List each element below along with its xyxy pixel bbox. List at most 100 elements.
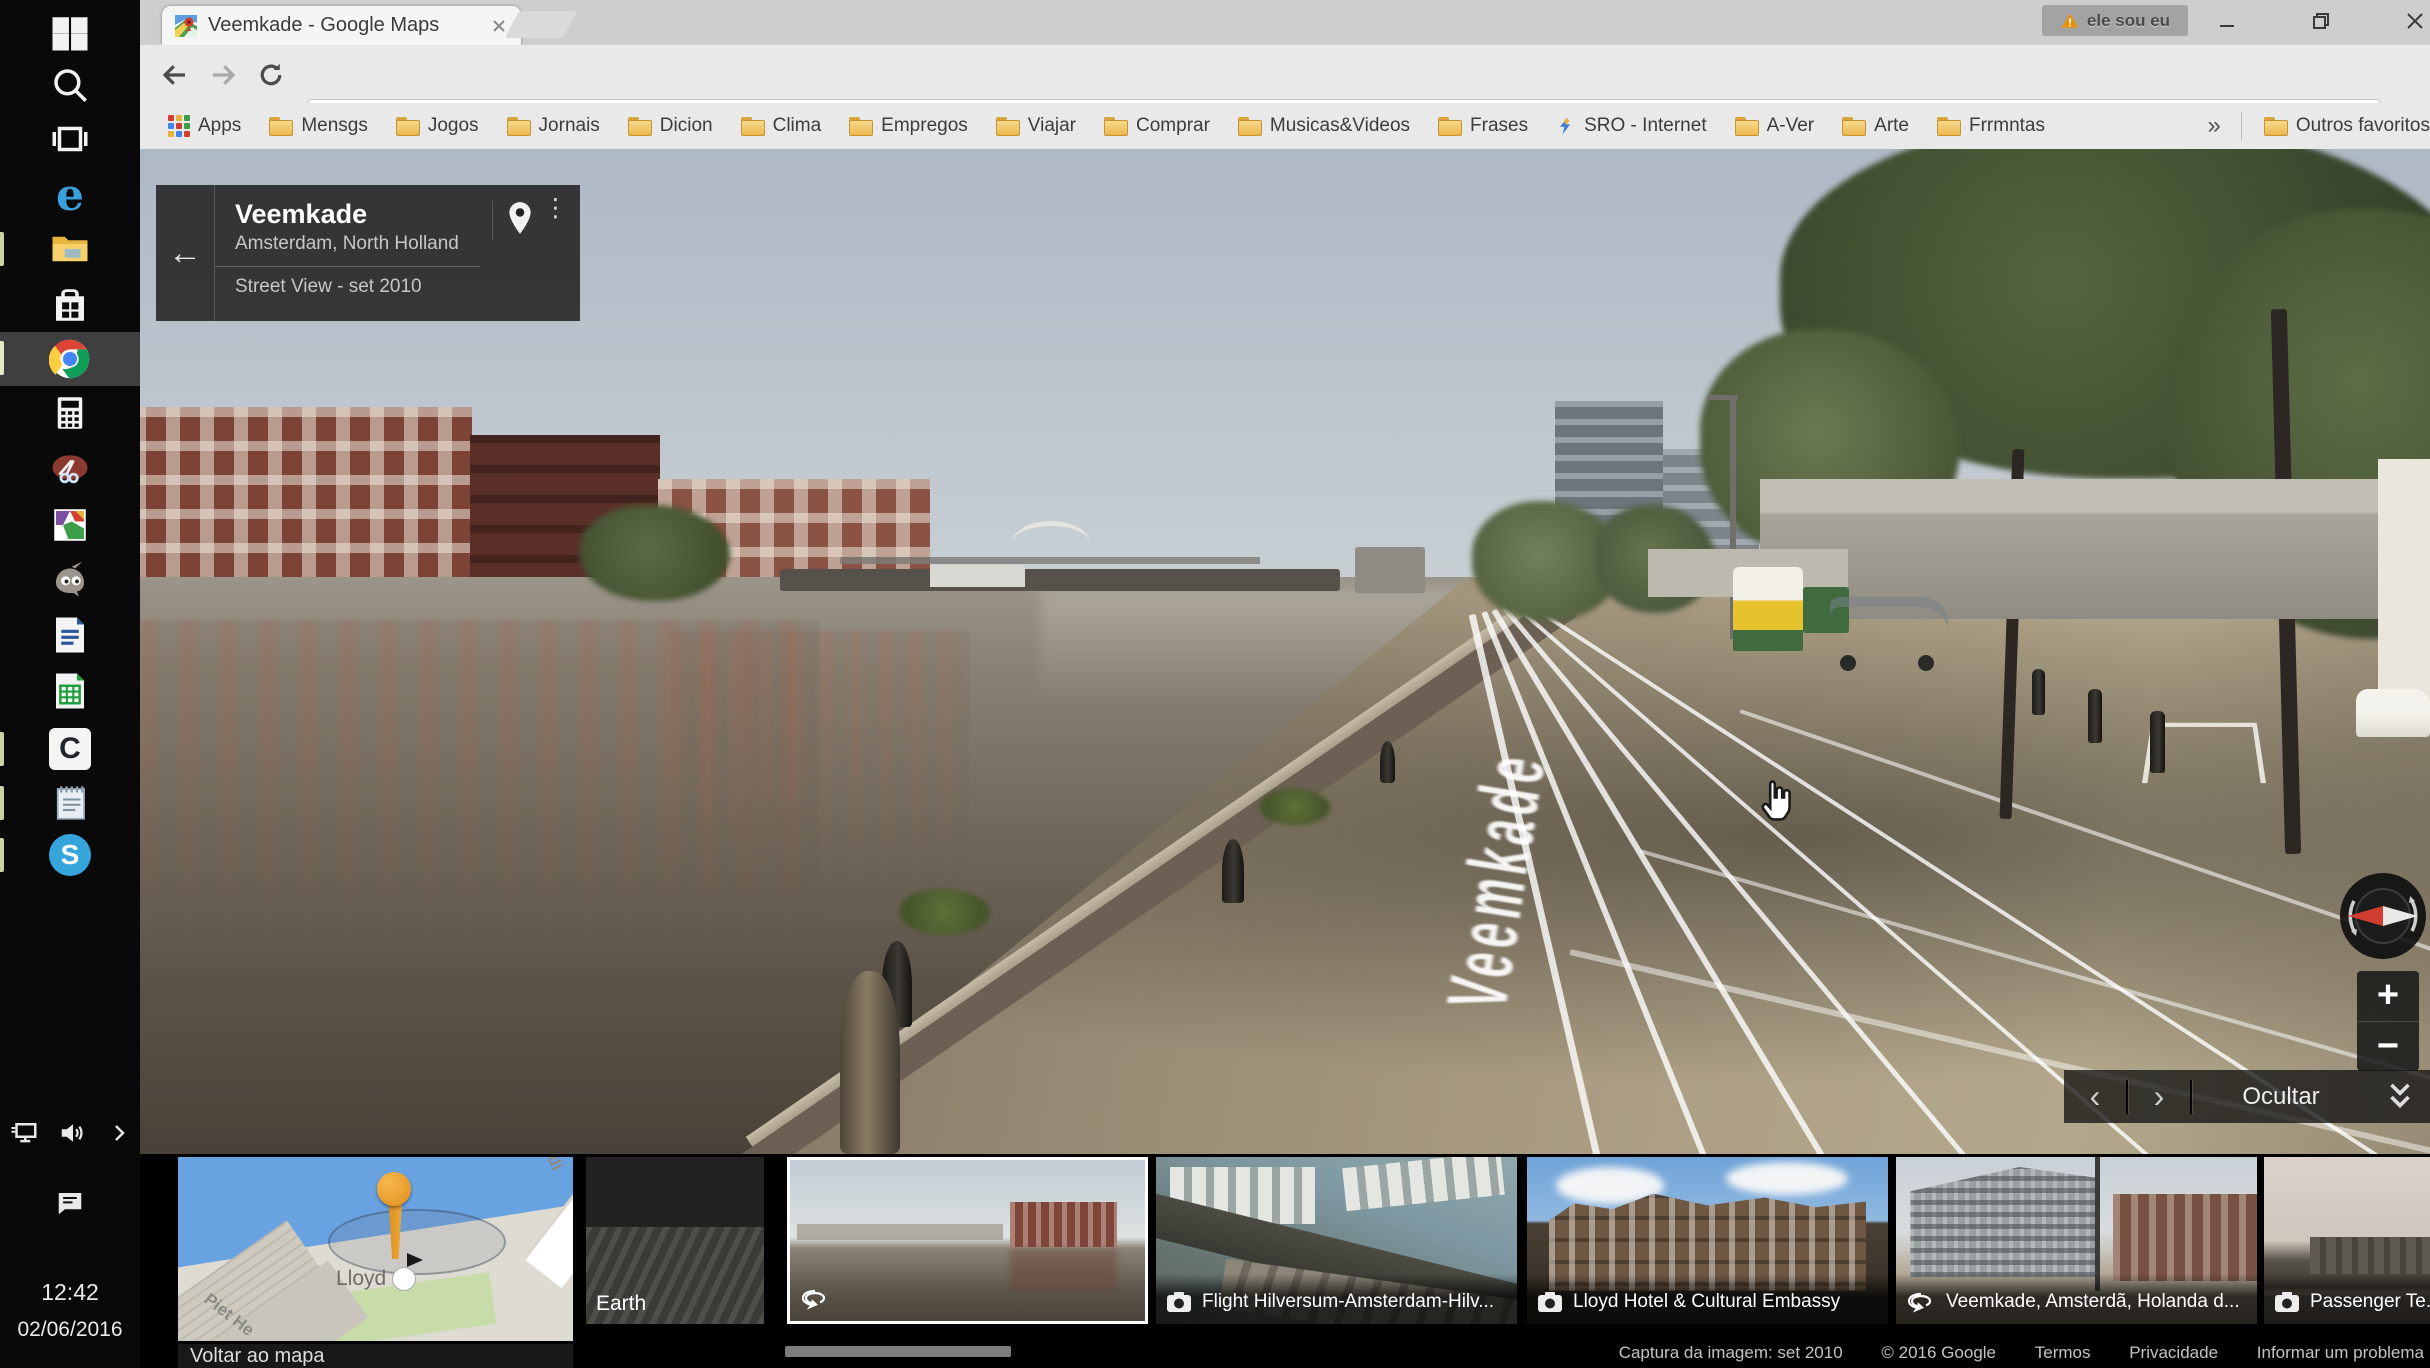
thumbnail-caption: Passenger Te...	[2310, 1291, 2430, 1313]
calc-button[interactable]	[0, 664, 140, 718]
zoom-in-button[interactable]: +	[2357, 971, 2419, 1021]
prev-thumbnail-button[interactable]: ‹	[2064, 1078, 2126, 1115]
terms-link[interactable]: Termos	[2035, 1343, 2091, 1362]
bookmark-frases[interactable]: Frases	[1424, 109, 1542, 143]
card-menu-button[interactable]: ⋮	[543, 201, 568, 216]
folder-icon	[996, 117, 1020, 136]
bookmark-mensgs[interactable]: Mensgs	[255, 109, 382, 143]
close-button[interactable]	[2386, 0, 2430, 42]
card-divider	[215, 266, 480, 267]
notepad-button[interactable]	[0, 776, 140, 830]
calculator-button[interactable]	[0, 386, 140, 440]
apps-grid-icon	[168, 115, 190, 137]
compass-control[interactable]	[2338, 871, 2428, 961]
place-pin-button[interactable]	[492, 201, 533, 240]
edge-button[interactable]: e	[0, 168, 140, 222]
folder-icon	[1735, 117, 1759, 136]
bookmark-comprar[interactable]: Comprar	[1090, 109, 1224, 143]
tab-close-icon[interactable]	[489, 16, 509, 36]
tray-time[interactable]: 12:42	[0, 1279, 140, 1306]
photos-collage-icon	[49, 504, 91, 546]
white-barge	[930, 565, 1025, 587]
tray-date[interactable]: 02/06/2016	[0, 1318, 140, 1342]
privacy-link[interactable]: Privacidade	[2129, 1343, 2218, 1362]
bookmark-frrmntas[interactable]: Frrmntas	[1923, 109, 2059, 143]
van-wheel-2	[1918, 655, 1934, 671]
thumbnail-scrollbar[interactable]	[785, 1346, 1011, 1357]
desktop: e	[0, 0, 2430, 1368]
next-thumbnail-button[interactable]: ›	[2128, 1078, 2190, 1115]
start-button[interactable]	[0, 6, 140, 60]
file-explorer-button[interactable]	[0, 222, 140, 276]
mooring-post	[1380, 741, 1395, 783]
bookmark-clima[interactable]: Clima	[727, 109, 836, 143]
thumbnail-pager-bar: ‹ › Ocultar	[2064, 1070, 2430, 1123]
running-indicator	[0, 732, 4, 766]
restore-button[interactable]	[2292, 0, 2350, 42]
restore-icon	[2309, 9, 2333, 33]
back-to-map-caption[interactable]: Voltar ao mapa	[178, 1344, 573, 1368]
back-to-map-button[interactable]: ←	[156, 185, 215, 321]
thumbnail-veemkade[interactable]: Veemkade, Amsterdã, Holanda d...	[1896, 1157, 2257, 1324]
network-icon[interactable]	[9, 1118, 39, 1148]
thumbnail-map[interactable]: Verbindi Piet He Lloyd	[178, 1157, 573, 1341]
zoom-out-button[interactable]: −	[2357, 1021, 2419, 1072]
snipping-tool-button[interactable]	[0, 444, 140, 498]
camtasia-button[interactable]: C	[0, 722, 140, 776]
street-view-panorama[interactable]: Veemkade ← Veemkade Amsterdam, North Hol…	[140, 149, 2430, 1154]
writer-button[interactable]	[0, 608, 140, 662]
store-button[interactable]	[0, 278, 140, 332]
camera-icon	[1166, 1291, 1192, 1313]
bookmark-jornais[interactable]: Jornais	[493, 109, 614, 143]
search-icon	[49, 64, 91, 106]
volume-icon[interactable]	[58, 1118, 88, 1148]
new-tab-button[interactable]	[505, 11, 577, 38]
minimize-icon	[2215, 9, 2239, 33]
folder-icon	[1937, 117, 1961, 136]
folder-icon	[269, 117, 293, 136]
gimp-button[interactable]	[0, 552, 140, 606]
windows-taskbar: e	[0, 0, 140, 1368]
bookmark-apps[interactable]: Apps	[154, 109, 255, 143]
reload-button[interactable]	[250, 56, 292, 94]
browser-titlebar: Veemkade - Google Maps ele sou eu	[140, 0, 2430, 45]
bookmarks-overflow-chevron[interactable]: »	[2196, 112, 2233, 140]
bookmark-label: Jogos	[428, 115, 479, 137]
bookmark-label: Jornais	[539, 115, 600, 137]
skype-icon: S	[49, 834, 91, 876]
report-problem-link[interactable]: Informar um problema	[2257, 1343, 2424, 1362]
hide-thumbnails-button[interactable]: Ocultar	[2192, 1083, 2370, 1111]
forward-button[interactable]	[202, 56, 244, 94]
bookmark-arte[interactable]: Arte	[1828, 109, 1923, 143]
back-button[interactable]	[154, 56, 196, 94]
zoom-control: + −	[2357, 971, 2419, 1071]
thumbnail-lloyd-hotel[interactable]: Lloyd Hotel & Cultural Embassy	[1527, 1157, 1888, 1324]
thumbnail-passenger-terminal[interactable]: Passenger Te...	[2264, 1157, 2430, 1324]
bookmark-dicion[interactable]: Dicion	[614, 109, 727, 143]
thumbnail-current-pano[interactable]	[787, 1157, 1148, 1324]
bookmark-empregos[interactable]: Empregos	[835, 109, 982, 143]
chrome-button[interactable]	[0, 332, 140, 386]
search-button[interactable]	[0, 58, 140, 112]
collapse-strip-button[interactable]	[2370, 1080, 2430, 1114]
task-view-button[interactable]	[0, 112, 140, 166]
bookmark-sro-internet[interactable]: SRO - Internet	[1542, 109, 1721, 143]
white-car	[2356, 689, 2430, 737]
place-title: Veemkade	[235, 199, 480, 230]
bookmark-jogos[interactable]: Jogos	[382, 109, 493, 143]
tray-expand-chevron-icon[interactable]	[107, 1121, 131, 1145]
minimize-button[interactable]	[2198, 0, 2256, 42]
bookmark-musicas-videos[interactable]: Musicas&Videos	[1224, 109, 1424, 143]
profile-badge[interactable]: ele sou eu	[2042, 5, 2188, 36]
360-icon	[800, 1288, 830, 1310]
skype-button[interactable]: S	[0, 828, 140, 882]
tab-veemkade[interactable]: Veemkade - Google Maps	[162, 6, 521, 45]
other-bookmarks[interactable]: Outros favoritos	[2250, 109, 2430, 143]
thumbnail-flight[interactable]: Flight Hilversum-Amsterdam-Hilv...	[1156, 1157, 1517, 1324]
profile-badge-label: ele sou eu	[2087, 11, 2170, 31]
bookmark-viajar[interactable]: Viajar	[982, 109, 1090, 143]
thumbnail-earth[interactable]: Earth	[586, 1157, 764, 1324]
bookmark-a-ver[interactable]: A-Ver	[1721, 109, 1829, 143]
photos-app-button[interactable]	[0, 498, 140, 552]
action-center-icon[interactable]	[55, 1188, 85, 1218]
